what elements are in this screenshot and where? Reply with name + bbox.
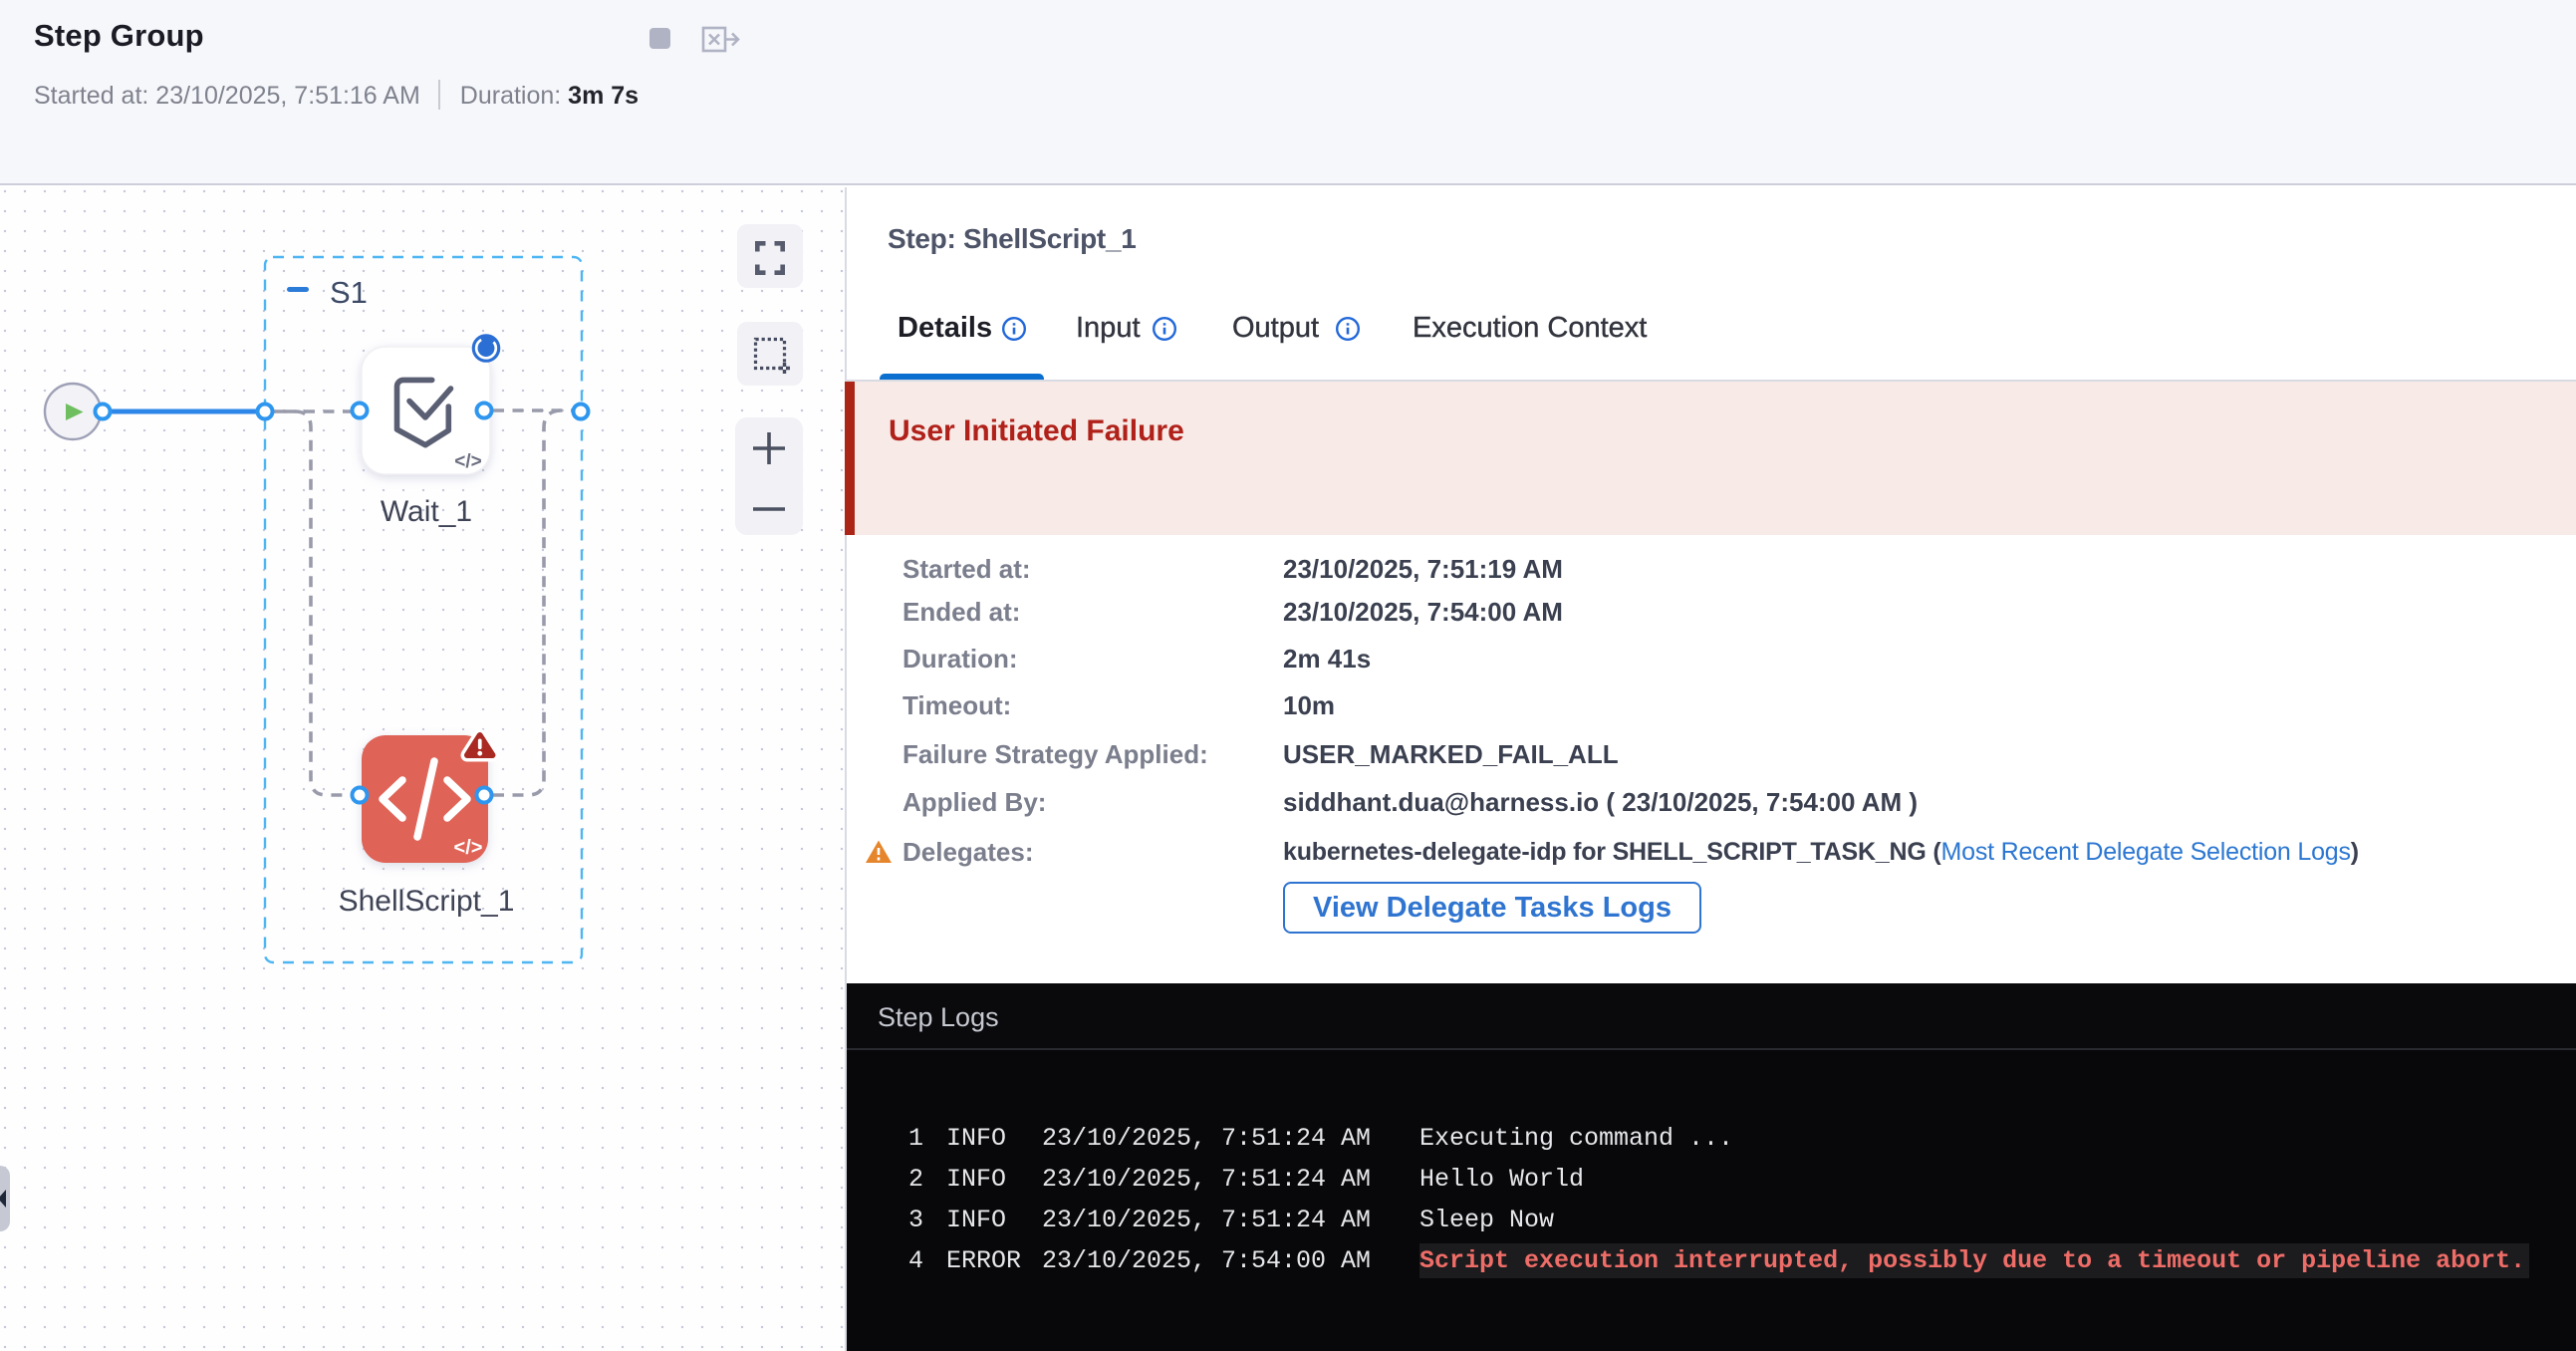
svg-text:</>: </>	[454, 837, 483, 859]
svg-text:</>: </>	[454, 451, 481, 472]
svg-text:S1: S1	[330, 275, 368, 310]
